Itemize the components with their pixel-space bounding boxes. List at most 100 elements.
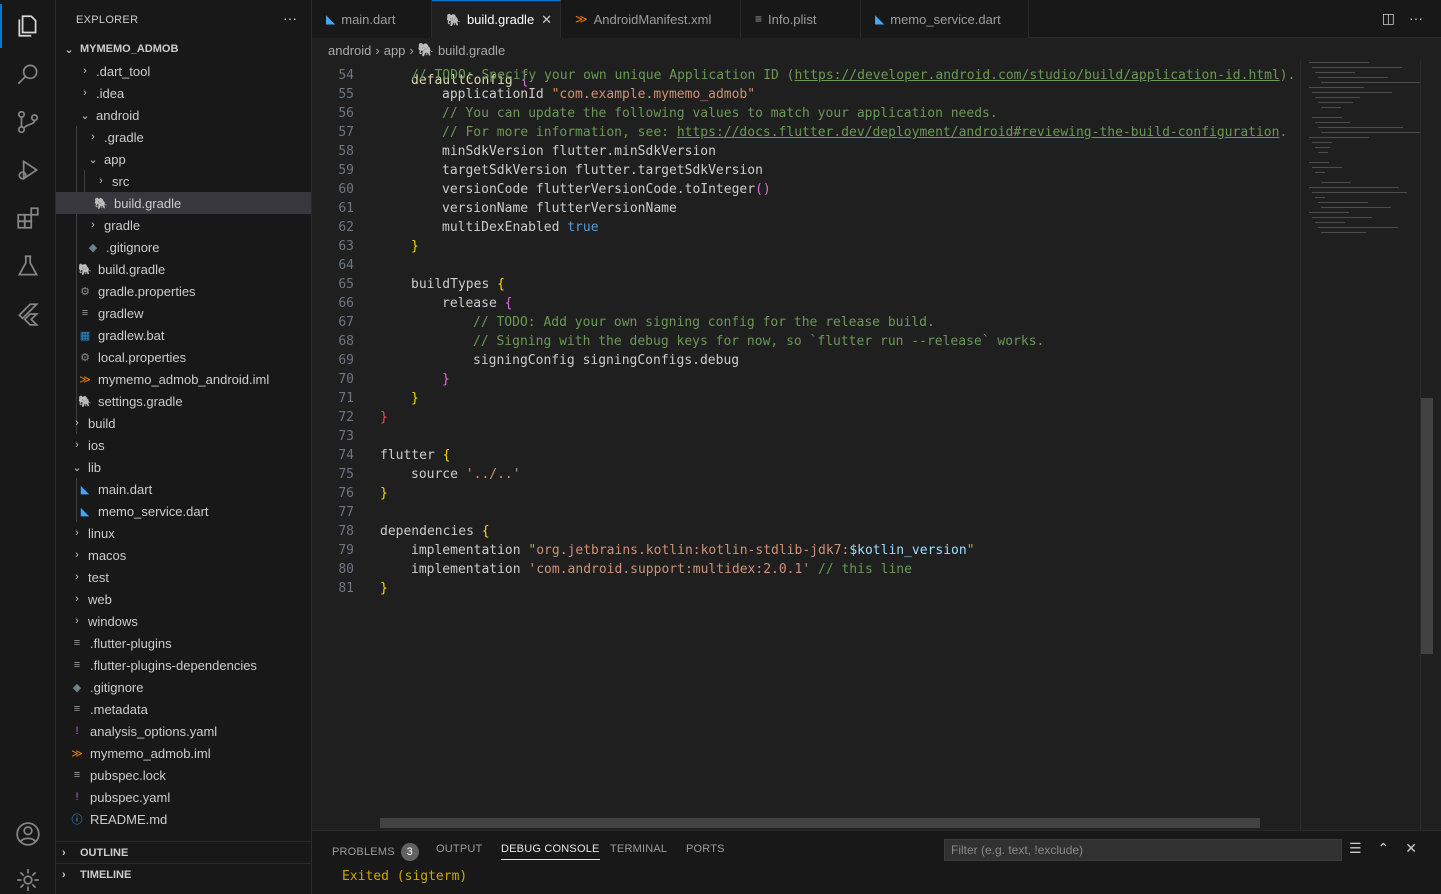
project-root[interactable]: ⌄ MYMEMO_ADMOB bbox=[56, 38, 311, 60]
code-line: 59 targetSdkVersion flutter.targetSdkVers… bbox=[312, 161, 1300, 180]
minimap-line bbox=[1312, 192, 1407, 193]
tree-item[interactable]: › macos bbox=[56, 544, 311, 566]
tree-item[interactable]: › ios bbox=[56, 434, 311, 456]
chevron-right-icon: › bbox=[83, 87, 87, 99]
tree-item[interactable]: ≫ mymemo_admob.iml bbox=[56, 742, 311, 764]
tree-item[interactable]: ⚙ gradle.properties bbox=[56, 280, 311, 302]
tab-android-manifest[interactable]: ≫ AndroidManifest.xml bbox=[561, 0, 741, 38]
tree-item[interactable]: ⌄ android bbox=[56, 104, 311, 126]
code-editor[interactable]: defaultConfig { 54// TODO: Specify your … bbox=[312, 60, 1300, 830]
tab-debug-console[interactable]: DEBUG CONSOLE bbox=[501, 843, 600, 860]
breadcrumb: android › app › 🐘 build.gradle bbox=[328, 40, 505, 60]
tab-info-plist[interactable]: ≡ Info.plist bbox=[741, 0, 861, 38]
tree-item[interactable]: ≡ pubspec.lock bbox=[56, 764, 311, 786]
extensions-icon[interactable] bbox=[0, 194, 56, 242]
tree-item[interactable]: ◣ main.dart bbox=[56, 478, 311, 500]
code-line: 56 // You can update the following values… bbox=[312, 104, 1300, 123]
tree-item[interactable]: ▦ gradlew.bat bbox=[56, 324, 311, 346]
file-icon: ⓘ bbox=[71, 814, 83, 826]
tree-item[interactable]: ⌄ app bbox=[56, 148, 311, 170]
tree-item[interactable]: ≡ .flutter-plugins-dependencies bbox=[56, 654, 311, 676]
explorer-icon[interactable] bbox=[0, 2, 56, 50]
tree-item[interactable]: ≫ mymemo_admob_android.iml bbox=[56, 368, 311, 390]
flutter-icon[interactable] bbox=[0, 290, 56, 338]
horizontal-scrollbar[interactable] bbox=[380, 818, 1260, 828]
run-debug-icon[interactable] bbox=[0, 146, 56, 194]
code-line: 54 // TODO: Specify your own unique Appli… bbox=[312, 66, 1300, 85]
more-actions-icon[interactable]: ··· bbox=[283, 10, 297, 26]
more-actions-icon[interactable]: ··· bbox=[1409, 10, 1423, 27]
code-line: 70} bbox=[312, 370, 1300, 389]
tab-ports[interactable]: PORTS bbox=[686, 843, 725, 855]
chevron-right-icon: › bbox=[75, 527, 79, 539]
testing-icon[interactable] bbox=[0, 242, 56, 290]
minimap-line bbox=[1318, 227, 1398, 228]
tree-item-label: build.gradle bbox=[114, 195, 182, 211]
close-panel-icon[interactable]: ✕ bbox=[1405, 840, 1417, 857]
tree-item[interactable]: ≡ .flutter-plugins bbox=[56, 632, 311, 654]
code-line: 73 bbox=[312, 427, 1300, 446]
tree-item[interactable]: 🐘 build.gradle bbox=[56, 258, 311, 280]
tree-item[interactable]: › .dart_tool bbox=[56, 60, 311, 82]
chevron-right-icon: › bbox=[375, 42, 380, 58]
timeline-section[interactable]: › TIMELINE bbox=[56, 863, 311, 885]
source-control-icon[interactable] bbox=[0, 98, 56, 146]
tree-item[interactable]: ≡ gradlew bbox=[56, 302, 311, 324]
tree-item[interactable]: ! pubspec.yaml bbox=[56, 786, 311, 808]
tree-item[interactable]: ◆ .gitignore bbox=[56, 236, 311, 258]
tab-output[interactable]: OUTPUT bbox=[436, 843, 482, 855]
breadcrumb-item[interactable]: app bbox=[384, 43, 406, 58]
tree-item[interactable]: ◣ memo_service.dart bbox=[56, 500, 311, 522]
tree-item[interactable]: 🐘 build.gradle bbox=[56, 192, 311, 214]
tab-terminal[interactable]: TERMINAL bbox=[610, 843, 667, 855]
tree-item[interactable]: ⚙ local.properties bbox=[56, 346, 311, 368]
search-icon[interactable] bbox=[0, 50, 56, 98]
tree-item[interactable]: › build bbox=[56, 412, 311, 434]
account-icon[interactable] bbox=[0, 810, 56, 858]
code-line: 63} bbox=[312, 237, 1300, 256]
vertical-scrollbar[interactable] bbox=[1421, 398, 1433, 654]
tab-memo-service-dart[interactable]: ◣ memo_service.dart bbox=[861, 0, 1029, 38]
line-number: 66 bbox=[338, 296, 354, 311]
tree-item[interactable]: › src bbox=[56, 170, 311, 192]
tree-item[interactable]: › windows bbox=[56, 610, 311, 632]
tree-item[interactable]: ◆ .gitignore bbox=[56, 676, 311, 698]
maximize-panel-icon[interactable]: ⌃ bbox=[1378, 840, 1390, 857]
file-icon: ▦ bbox=[79, 329, 91, 342]
minimap-line bbox=[1312, 92, 1392, 93]
file-icon: ◣ bbox=[80, 483, 90, 496]
tree-item[interactable]: ! analysis_options.yaml bbox=[56, 720, 311, 742]
tree-item[interactable]: ⌄ lib bbox=[56, 456, 311, 478]
breadcrumb-item[interactable]: build.gradle bbox=[438, 43, 505, 58]
chevron-right-icon: › bbox=[75, 439, 79, 451]
line-number: 79 bbox=[338, 543, 354, 558]
tree-item[interactable]: › web bbox=[56, 588, 311, 610]
breadcrumb-item[interactable]: android bbox=[328, 43, 371, 58]
tree-item[interactable]: › gradle bbox=[56, 214, 311, 236]
minimap-line bbox=[1318, 102, 1353, 103]
split-editor-icon[interactable]: ◫ bbox=[1382, 10, 1395, 27]
tab-problems[interactable]: PROBLEMS 3 bbox=[332, 843, 419, 861]
tree-item[interactable]: ≡ .metadata bbox=[56, 698, 311, 720]
line-number: 61 bbox=[338, 201, 354, 216]
minimap-line bbox=[1321, 232, 1366, 233]
tree-item[interactable]: › linux bbox=[56, 522, 311, 544]
filter-input[interactable]: Filter (e.g. text, !exclude) bbox=[944, 839, 1342, 861]
tree-item[interactable]: › test bbox=[56, 566, 311, 588]
tree-item[interactable]: › .idea bbox=[56, 82, 311, 104]
tree-item-label: ios bbox=[88, 437, 105, 453]
tree-item[interactable]: 🐘 settings.gradle bbox=[56, 390, 311, 412]
tab-build-gradle[interactable]: 🐘 build.gradle ✕ bbox=[432, 0, 561, 38]
tree-item[interactable]: › .gradle bbox=[56, 126, 311, 148]
close-tab-icon[interactable]: ✕ bbox=[541, 12, 552, 28]
tree-item[interactable]: ⓘ README.md bbox=[56, 808, 311, 830]
code-text: multiDexEnabled true bbox=[442, 220, 599, 235]
code-text: } bbox=[380, 581, 388, 596]
xml-file-icon: ≫ bbox=[575, 12, 588, 26]
tab-main-dart[interactable]: ◣ main.dart bbox=[312, 0, 432, 38]
line-number: 56 bbox=[338, 106, 354, 121]
word-wrap-icon[interactable]: ☰ bbox=[1349, 840, 1362, 857]
settings-gear-icon[interactable] bbox=[0, 856, 56, 894]
minimap[interactable] bbox=[1300, 60, 1431, 830]
outline-section[interactable]: › OUTLINE bbox=[56, 841, 311, 863]
